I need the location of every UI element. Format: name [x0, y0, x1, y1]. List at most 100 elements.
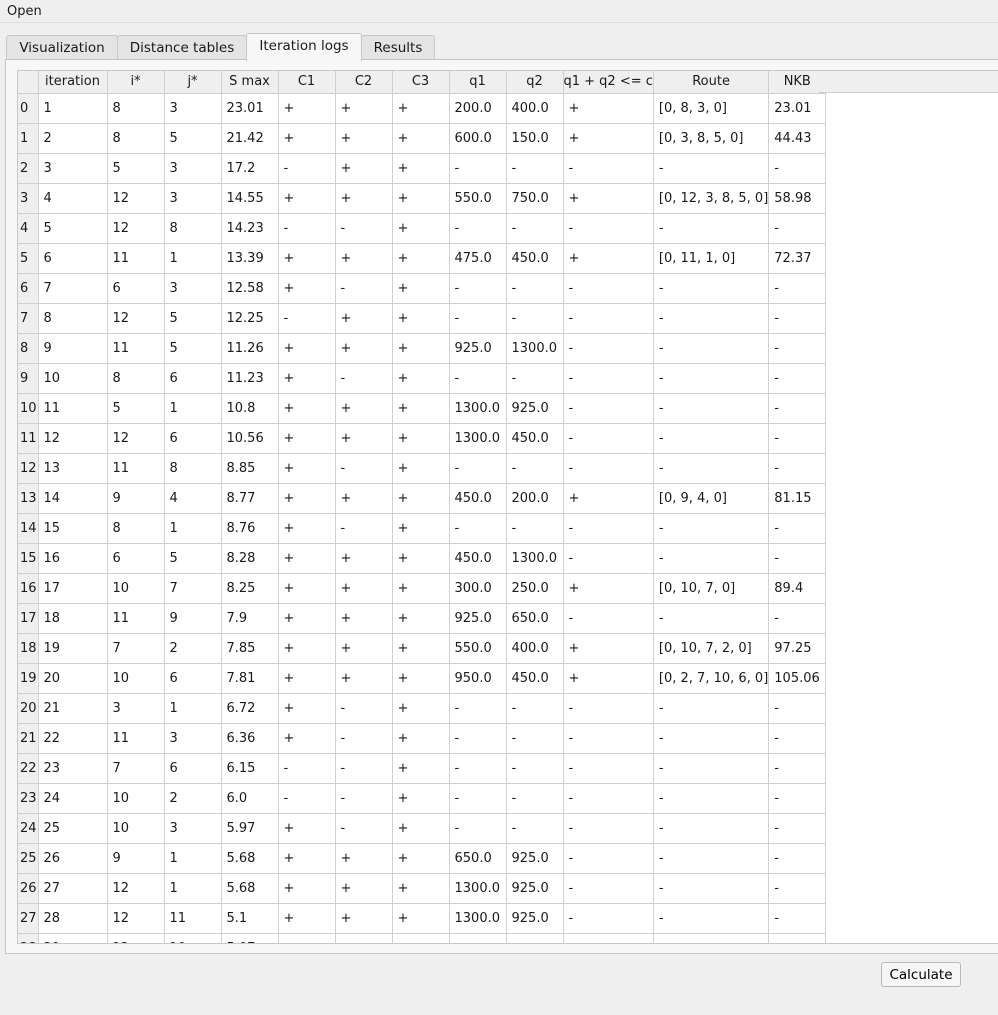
table-row[interactable]: 26 27 12 1 5.68 + + +1300.0 925.0- - - — [18, 873, 827, 904]
table-cell[interactable]: 81.15 — [768, 483, 827, 514]
table-cell[interactable]: - — [768, 903, 827, 934]
table-cell[interactable]: 10 — [107, 573, 165, 604]
table-cell[interactable]: 1300.0 — [506, 543, 564, 574]
table-cell[interactable]: - — [335, 363, 393, 394]
table-cell[interactable] — [506, 933, 564, 943]
table-cell[interactable]: - — [768, 423, 827, 454]
table-cell[interactable]: 8.77 — [221, 483, 279, 514]
table-cell[interactable]: 3 — [164, 93, 222, 124]
table-cell[interactable]: 14.23 — [221, 213, 279, 244]
table-cell[interactable]: 1 — [38, 93, 108, 124]
table-cell[interactable]: 250.0 — [506, 573, 564, 604]
table-cell[interactable]: 1 — [164, 843, 222, 874]
table-cell[interactable]: 6 — [107, 543, 165, 574]
table-cell[interactable]: [0, 10, 7, 0] — [653, 573, 770, 604]
table-cell[interactable]: 72.37 — [768, 243, 827, 274]
table-cell[interactable]: 8 — [107, 93, 165, 124]
row-header[interactable]: 13 — [18, 483, 39, 514]
table-cell[interactable]: - — [335, 783, 393, 814]
table-cell[interactable]: 9 — [107, 843, 165, 874]
table-cell[interactable]: + — [392, 663, 450, 694]
table-cell[interactable]: - — [563, 303, 654, 334]
table-cell[interactable]: - — [563, 903, 654, 934]
table-cell[interactable]: 89.4 — [768, 573, 827, 604]
table-cell[interactable]: 3 — [38, 153, 108, 184]
table-cell[interactable]: 1300.0 — [506, 333, 564, 364]
table-cell[interactable]: 11 — [107, 333, 165, 364]
table-cell[interactable]: 5.68 — [221, 873, 279, 904]
table-cell[interactable]: + — [278, 813, 336, 844]
table-cell[interactable]: - — [653, 363, 770, 394]
table-cell[interactable]: 29 — [38, 933, 108, 943]
table-cell[interactable]: [0, 3, 8, 5, 0] — [653, 123, 770, 154]
table-row[interactable]: 282912105.07 — [18, 933, 827, 943]
table-cell[interactable]: 3 — [164, 723, 222, 754]
table-cell[interactable]: 8 — [164, 453, 222, 484]
table-cell[interactable]: 3 — [164, 273, 222, 304]
table-cell[interactable]: - — [449, 513, 507, 544]
table-cell[interactable]: 6.0 — [221, 783, 279, 814]
table-cell[interactable]: 1300.0 — [449, 873, 507, 904]
table-cell[interactable]: + — [563, 243, 654, 274]
table-cell[interactable]: - — [506, 783, 564, 814]
table-cell[interactable]: - — [768, 393, 827, 424]
table-row[interactable]: 13 14 9 4 8.77 + + +450.0 200.0 + [0, 9, 4, 0] 81.1… — [18, 483, 827, 514]
table-cell[interactable]: 13 — [38, 453, 108, 484]
table-cell[interactable]: 8.85 — [221, 453, 279, 484]
table-cell[interactable]: 10 — [107, 813, 165, 844]
table-cell[interactable]: + — [278, 573, 336, 604]
table-cell[interactable]: 650.0 — [506, 603, 564, 634]
table-cell[interactable]: + — [335, 423, 393, 454]
table-cell[interactable]: 4 — [164, 483, 222, 514]
table-cell[interactable]: 8 — [107, 363, 165, 394]
table-cell[interactable]: 12 — [107, 903, 165, 934]
table-cell[interactable]: 12.58 — [221, 273, 279, 304]
row-header[interactable]: 17 — [18, 603, 39, 634]
table-cell[interactable]: + — [392, 183, 450, 214]
table-cell[interactable]: 11 — [38, 393, 108, 424]
table-cell[interactable]: + — [563, 183, 654, 214]
table-cell[interactable]: [0, 9, 4, 0] — [653, 483, 770, 514]
table-cell[interactable]: 925.0 — [449, 333, 507, 364]
table-cell[interactable]: 26 — [38, 843, 108, 874]
table-cell[interactable]: + — [278, 693, 336, 724]
row-header[interactable]: 23 — [18, 783, 39, 814]
table-cell[interactable]: - — [449, 303, 507, 334]
table-cell[interactable]: 450.0 — [506, 243, 564, 274]
table-cell[interactable]: + — [392, 693, 450, 724]
table-cell[interactable]: 8.28 — [221, 543, 279, 574]
table-cell[interactable]: + — [392, 753, 450, 784]
table-cell[interactable]: 9 — [164, 603, 222, 634]
table-cell[interactable]: + — [392, 843, 450, 874]
table-cell[interactable]: + — [392, 453, 450, 484]
table-cell[interactable]: - — [278, 783, 336, 814]
table-row[interactable]: 16 17 10 7 8.25 + + +300.0 250.0 + [0, 10, 7, 0] 89… — [18, 573, 827, 604]
table-cell[interactable]: + — [335, 93, 393, 124]
column-header[interactable]: q2 — [506, 71, 564, 94]
table-cell[interactable]: 6 — [38, 243, 108, 274]
table-cell[interactable]: 3 — [164, 813, 222, 844]
table-cell[interactable]: + — [278, 453, 336, 484]
row-header[interactable]: 25 — [18, 843, 39, 874]
table-row[interactable]: 11 12 12 6 10.56 + + +1300.0 450.0- - - — [18, 423, 827, 454]
table-cell[interactable]: - — [449, 783, 507, 814]
table-cell[interactable]: + — [278, 663, 336, 694]
table-cell[interactable]: 8 — [38, 303, 108, 334]
table-cell[interactable]: - — [768, 873, 827, 904]
table-cell[interactable]: 6 — [107, 273, 165, 304]
table-cell[interactable]: - — [563, 513, 654, 544]
table-cell[interactable]: 600.0 — [449, 123, 507, 154]
table-cell[interactable]: + — [335, 183, 393, 214]
table-cell[interactable]: 13.39 — [221, 243, 279, 274]
row-header[interactable]: 6 — [18, 273, 39, 304]
table-cell[interactable]: - — [449, 693, 507, 724]
table-cell[interactable]: 8 — [107, 123, 165, 154]
table-cell[interactable]: 10 — [107, 783, 165, 814]
table-cell[interactable]: 950.0 — [449, 663, 507, 694]
table-cell[interactable]: + — [278, 363, 336, 394]
table-cell[interactable]: 11 — [107, 723, 165, 754]
table-cell[interactable]: 12 — [107, 183, 165, 214]
table-cell[interactable]: - — [768, 723, 827, 754]
row-header[interactable]: 12 — [18, 453, 39, 484]
table-cell[interactable]: 1 — [164, 693, 222, 724]
